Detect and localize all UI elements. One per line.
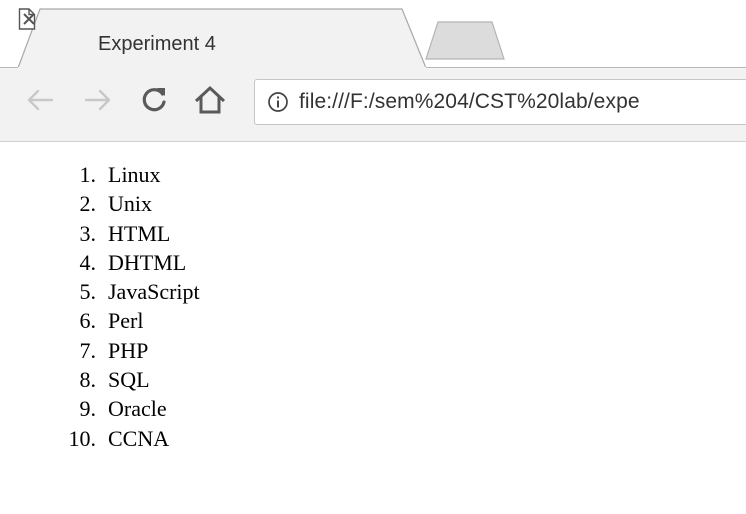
close-icon[interactable]: [18, 8, 40, 30]
url-text[interactable]: file:///F:/sem%204/CST%20lab/expe: [299, 89, 640, 115]
tab-shape: [18, 8, 426, 69]
tab-strip: Experiment 4: [0, 0, 746, 69]
list-number: 4.: [79, 249, 97, 275]
list-number: 7.: [79, 337, 97, 363]
back-arrow-icon[interactable]: [20, 80, 60, 120]
list-text: Oracle: [108, 396, 167, 422]
list-text: Unix: [108, 191, 152, 217]
list-text: Perl: [108, 308, 144, 334]
new-tab-icon[interactable]: [424, 20, 506, 60]
list-number: 8.: [79, 367, 97, 393]
list-number: 2.: [79, 191, 97, 217]
list-number: 3.: [79, 220, 97, 246]
address-bar[interactable]: file:///F:/sem%204/CST%20lab/expe: [254, 79, 746, 125]
home-icon[interactable]: [190, 80, 230, 120]
list-number: 10.: [68, 425, 97, 451]
list-number: 6.: [79, 308, 97, 334]
toolbar: file:///F:/sem%204/CST%20lab/expe: [0, 68, 746, 141]
list-number: 1.: [79, 162, 97, 187]
list-text: CCNA: [108, 425, 170, 451]
list-number: 9.: [79, 396, 97, 422]
info-icon[interactable]: [267, 91, 289, 113]
tab-title: Experiment 4: [98, 33, 216, 55]
list-text: Linux: [108, 162, 161, 187]
reload-icon[interactable]: [134, 80, 174, 120]
list-number: 5.: [79, 279, 97, 305]
forward-arrow-icon[interactable]: [78, 80, 118, 120]
page-content: 1. Linux 2. Unix 3. HTML 4. DHTML 5. JavaScri…: [0, 142, 746, 514]
browser-chrome: Experiment 4 file:///F:/sem%204/CST%20la…: [0, 0, 746, 142]
tab-experiment-4[interactable]: Experiment 4: [18, 8, 426, 69]
list-text: JavaScript: [108, 279, 200, 305]
list-text: PHP: [108, 337, 149, 363]
list-text: SQL: [108, 367, 150, 393]
list-text: HTML: [108, 220, 171, 246]
list-text: DHTML: [108, 249, 187, 275]
